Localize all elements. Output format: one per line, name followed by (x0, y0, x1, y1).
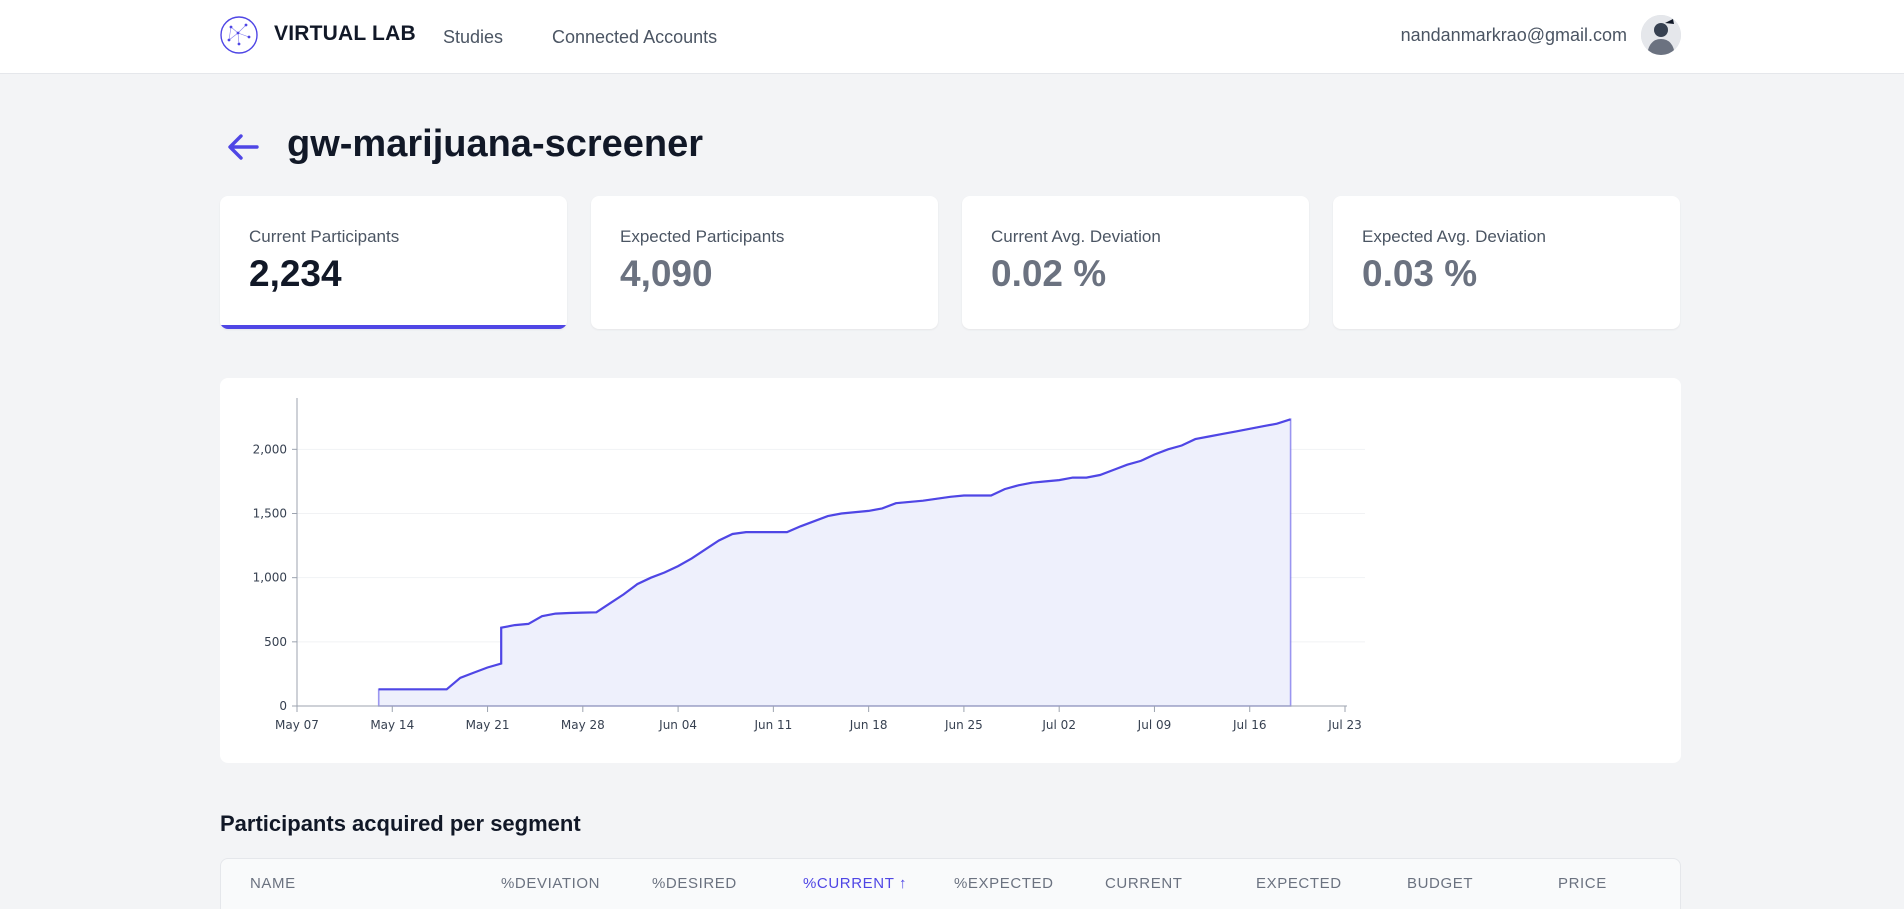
x-tick-label: May 28 (561, 718, 605, 732)
x-tick-label: May 21 (466, 718, 510, 732)
segment-table: NAME %DEVIATION %DESIRED %CURRENT ↑ %EXP… (220, 858, 1681, 909)
stat-label: Current Participants (249, 227, 400, 246)
stat-card-current-avg-deviation[interactable]: Current Avg. Deviation 0.02 % (962, 196, 1309, 329)
column-header-expected[interactable]: EXPECTED (1256, 875, 1342, 892)
user-email[interactable]: nandanmarkrao@gmail.com (1401, 25, 1627, 46)
user-photo-icon (1641, 15, 1681, 55)
x-tick-label: Jul 16 (1232, 718, 1267, 732)
active-card-indicator (220, 325, 567, 329)
stat-card-expected-avg-deviation[interactable]: Expected Avg. Deviation 0.03 % (1333, 196, 1680, 329)
column-header-deviation[interactable]: %DEVIATION (501, 875, 600, 892)
participants-over-time-chart: 05001,0001,5002,000 May 07 May 14 May 21 Ma… (253, 398, 1365, 732)
column-header-desired[interactable]: %DESIRED (652, 875, 737, 892)
x-tick-label: May 14 (370, 718, 414, 732)
stat-card-expected-participants[interactable]: Expected Participants 4,090 (591, 196, 938, 329)
x-tick-label: May 07 (275, 718, 319, 732)
avatar[interactable] (1641, 15, 1681, 55)
column-header-label: %CURRENT (803, 875, 895, 892)
y-tick-label: 2,000 (253, 442, 287, 456)
y-tick-label: 0 (279, 699, 287, 713)
x-tick-label: Jun 25 (944, 718, 983, 732)
column-header-price[interactable]: PRICE (1558, 875, 1607, 892)
y-tick-label: 1,000 (253, 571, 287, 585)
x-tick-label: Jun 18 (849, 718, 888, 732)
y-tick-label: 500 (264, 635, 287, 649)
x-axis-ticks: May 07 May 14 May 21 May 28 Jun 04 Jun 11 Jun … (275, 706, 1362, 732)
x-tick-label: Jul 09 (1137, 718, 1172, 732)
x-tick-label: Jun 11 (753, 718, 792, 732)
column-header-budget[interactable]: BUDGET (1407, 875, 1473, 892)
stat-value: 0.03 % (1362, 253, 1478, 294)
y-tick-label: 1,500 (253, 507, 287, 521)
x-tick-label: Jul 23 (1327, 718, 1362, 732)
stat-label: Expected Participants (620, 227, 785, 246)
brand-name[interactable]: VIRTUAL LAB (274, 22, 416, 46)
column-header-current[interactable]: CURRENT (1105, 875, 1183, 892)
stat-value: 0.02 % (991, 253, 1107, 294)
participants-chart-card: 0 500 1,000 1,500 2,000 May 07 May 14 May 21 Ma… (220, 378, 1681, 763)
stat-value: 2,234 (249, 253, 342, 294)
column-header-current-pct[interactable]: %CURRENT ↑ (803, 875, 907, 892)
segment-table-title: Participants acquired per segment (220, 811, 581, 836)
stat-card-current-participants[interactable]: Current Participants 2,234 (220, 196, 567, 329)
sort-ascending-arrow-icon: ↑ (898, 875, 908, 892)
top-navbar: VIRTUAL LAB Studies Connected Accounts n… (0, 0, 1904, 74)
stat-value: 4,090 (620, 253, 713, 294)
y-axis-ticks: 0 500 1,000 1,500 2,000 (253, 442, 297, 713)
stat-label: Current Avg. Deviation (991, 227, 1161, 246)
nav-link-connected-accounts[interactable]: Connected Accounts (552, 27, 717, 48)
x-tick-label: Jun 04 (658, 718, 697, 732)
participants-area (377, 418, 1292, 707)
back-arrow-icon[interactable] (224, 128, 262, 166)
page-title: gw-marijuana-screener (287, 123, 704, 165)
stat-label: Expected Avg. Deviation (1362, 227, 1546, 246)
column-header-expected-pct[interactable]: %EXPECTED (954, 875, 1054, 892)
x-tick-label: Jul 02 (1041, 718, 1076, 732)
virtual-lab-logo-icon[interactable] (219, 15, 259, 55)
column-header-name[interactable]: NAME (250, 875, 296, 892)
nav-link-studies[interactable]: Studies (443, 27, 503, 48)
